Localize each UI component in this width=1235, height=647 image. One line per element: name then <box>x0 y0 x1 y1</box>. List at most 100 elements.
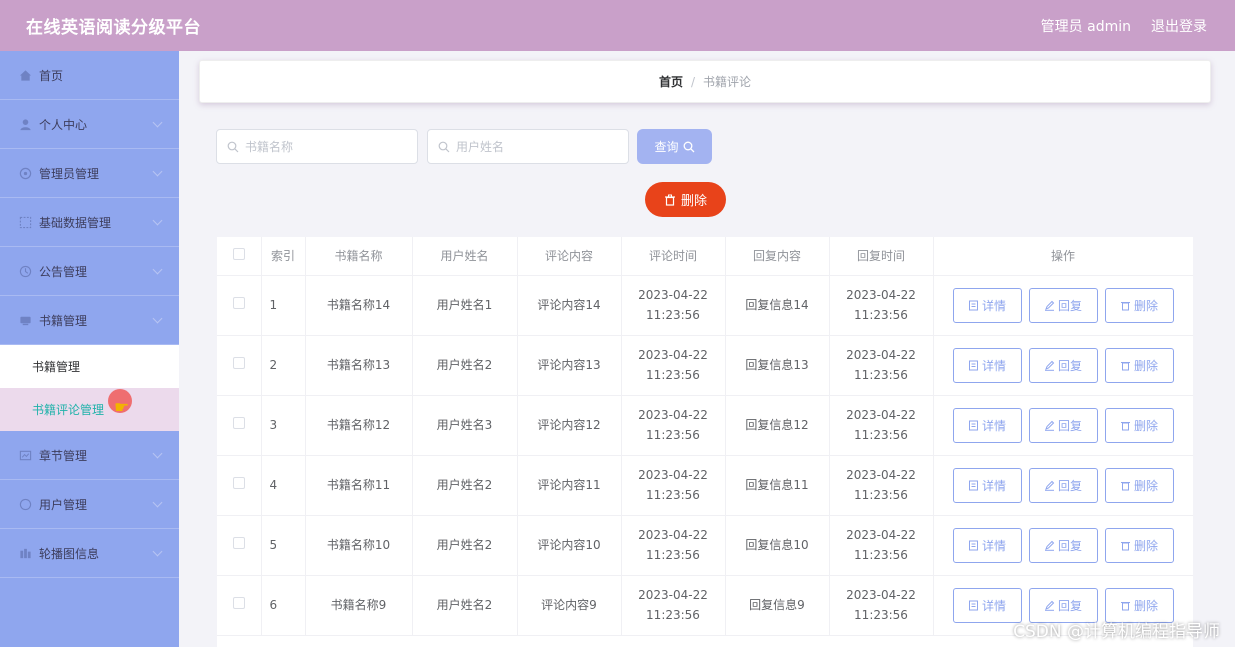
operations-cell: 详情 回复 删除 <box>933 275 1193 336</box>
edit-icon <box>1044 600 1055 611</box>
reply-button[interactable]: 回复 <box>1028 347 1098 383</box>
delete-button[interactable]: 删除 <box>1104 467 1174 503</box>
row-select-cell[interactable] <box>217 335 262 396</box>
reply-button[interactable]: 回复 <box>1028 527 1098 563</box>
sidebar-item-label: 基础数据管理 <box>39 215 112 230</box>
sidebar-item-carousel[interactable]: 轮播图信息 <box>0 529 179 578</box>
book-name-cell: 书籍名称10 <box>305 515 413 576</box>
row-checkbox[interactable] <box>232 537 245 549</box>
row-checkbox[interactable] <box>232 477 245 489</box>
delete-button[interactable]: 删除 <box>1104 347 1174 383</box>
logout-link[interactable]: 退出登录 <box>1151 16 1207 36</box>
column-header: 操作 <box>933 237 1193 276</box>
sidebar-item-home[interactable]: 首页 <box>0 51 179 100</box>
user-name-cell: 用户姓名1 <box>412 275 518 336</box>
row-select-cell[interactable] <box>217 515 262 576</box>
edit-icon <box>1044 360 1055 371</box>
carousel-icon <box>18 546 32 560</box>
document-icon <box>968 600 978 610</box>
detail-button[interactable]: 详情 <box>952 347 1022 383</box>
book-name-cell: 书籍名称14 <box>305 275 413 336</box>
trash-icon <box>1120 301 1130 310</box>
chevron-down-icon <box>152 497 163 508</box>
comments-table: 索引 书籍名称 用户姓名 评论内容 评论时间 回复内容 回复时间 操作 1 书籍名… <box>217 237 1193 647</box>
reply-label: 回复 <box>1057 298 1082 313</box>
row-select-cell[interactable] <box>217 275 262 336</box>
row-checkbox[interactable] <box>232 417 245 429</box>
row-checkbox[interactable] <box>232 357 245 369</box>
comment-time-cell: 2023-04-22 11:23:56 <box>621 455 726 516</box>
edit-icon <box>1044 480 1055 491</box>
comment-time-cell: 2023-04-22 11:23:56 <box>621 335 726 396</box>
app-title: 在线英语阅读分级平台 <box>26 18 201 38</box>
breadcrumb-home[interactable]: 首页 <box>659 73 683 90</box>
reply-button[interactable]: 回复 <box>1028 467 1098 503</box>
user-name-cell: 用户姓名3 <box>412 395 518 456</box>
delete-label: 删除 <box>1133 538 1158 553</box>
book-name-cell: 书籍名称12 <box>305 395 413 456</box>
submenu-item-book-management[interactable]: 书籍管理 <box>0 345 179 388</box>
book-name-cell: 书籍名称9 <box>305 575 413 636</box>
row-select-cell[interactable] <box>217 395 262 456</box>
book-name-search-field[interactable] <box>216 129 418 164</box>
query-button[interactable]: 查询 <box>637 129 712 164</box>
batch-delete-button[interactable]: 删除 <box>645 182 726 217</box>
detail-label: 详情 <box>981 298 1006 313</box>
user-name-search-field[interactable] <box>427 129 629 164</box>
reply-cell: 回复信息11 <box>725 455 830 516</box>
reply-time-cell: 2023-04-22 11:23:56 <box>829 515 934 576</box>
delete-label: 删除 <box>1133 298 1158 313</box>
detail-button[interactable]: 详情 <box>952 407 1022 443</box>
reply-label: 回复 <box>1057 478 1082 493</box>
select-all-cell[interactable] <box>217 237 262 276</box>
reply-cell: 回复信息14 <box>725 275 830 336</box>
chevron-down-icon <box>152 117 163 128</box>
row-checkbox[interactable] <box>232 597 245 609</box>
reply-label: 回复 <box>1057 598 1082 613</box>
sidebar-item-admin[interactable]: 管理员管理 <box>0 149 179 198</box>
sidebar-item-users[interactable]: 用户管理 <box>0 480 179 529</box>
reply-button[interactable]: 回复 <box>1028 407 1098 443</box>
sidebar-item-chapters[interactable]: 章节管理 <box>0 431 179 480</box>
detail-button[interactable]: 详情 <box>952 467 1022 503</box>
sidebar: 首页 个人中心 管理员管理 基础数据管理 公告管理 书籍管理 书籍管理 书籍评论… <box>0 51 179 647</box>
detail-label: 详情 <box>981 478 1006 493</box>
user-name-cell: 用户姓名2 <box>412 575 518 636</box>
detail-button[interactable]: 详情 <box>952 287 1022 323</box>
book-icon <box>18 313 32 327</box>
column-header: 用户姓名 <box>412 237 518 276</box>
reply-button[interactable]: 回复 <box>1028 287 1098 323</box>
select-all-checkbox[interactable] <box>232 248 245 261</box>
notice-icon <box>18 264 32 278</box>
detail-button[interactable]: 详情 <box>952 587 1022 623</box>
sidebar-item-notice[interactable]: 公告管理 <box>0 247 179 296</box>
trash-icon <box>1120 601 1130 610</box>
reply-label: 回复 <box>1057 358 1082 373</box>
sidebar-item-label: 轮播图信息 <box>39 546 100 561</box>
index-cell: 5 <box>261 515 306 576</box>
sidebar-item-books[interactable]: 书籍管理 <box>0 296 179 345</box>
book-name-input[interactable] <box>245 139 405 154</box>
comment-cell: 评论内容13 <box>517 335 622 396</box>
row-checkbox[interactable] <box>232 297 245 309</box>
trash-icon <box>1120 421 1130 430</box>
table-row: 5 书籍名称10 用户姓名2 评论内容10 2023-04-22 11:23:56 回复信… <box>217 515 1193 576</box>
submenu-item-book-comments[interactable]: 书籍评论管理 <box>0 388 179 431</box>
delete-button[interactable]: 删除 <box>1104 527 1174 563</box>
detail-button[interactable]: 详情 <box>952 527 1022 563</box>
chevron-down-icon <box>152 215 163 226</box>
delete-button[interactable]: 删除 <box>1104 287 1174 323</box>
user-name-input[interactable] <box>456 139 616 154</box>
sidebar-item-profile[interactable]: 个人中心 <box>0 100 179 149</box>
detail-label: 详情 <box>981 418 1006 433</box>
detail-label: 详情 <box>981 358 1006 373</box>
comment-cell: 评论内容12 <box>517 395 622 456</box>
sidebar-item-basic-data[interactable]: 基础数据管理 <box>0 198 179 247</box>
chevron-down-icon <box>152 166 163 177</box>
table-row: 1 书籍名称14 用户姓名1 评论内容14 2023-04-22 11:23:56 回复信… <box>217 275 1193 336</box>
delete-button[interactable]: 删除 <box>1104 407 1174 443</box>
table-row: 2 书籍名称13 用户姓名2 评论内容13 2023-04-22 11:23:56 回复信… <box>217 335 1193 396</box>
chevron-up-icon <box>152 313 163 324</box>
row-select-cell[interactable] <box>217 575 262 636</box>
row-select-cell[interactable] <box>217 455 262 516</box>
